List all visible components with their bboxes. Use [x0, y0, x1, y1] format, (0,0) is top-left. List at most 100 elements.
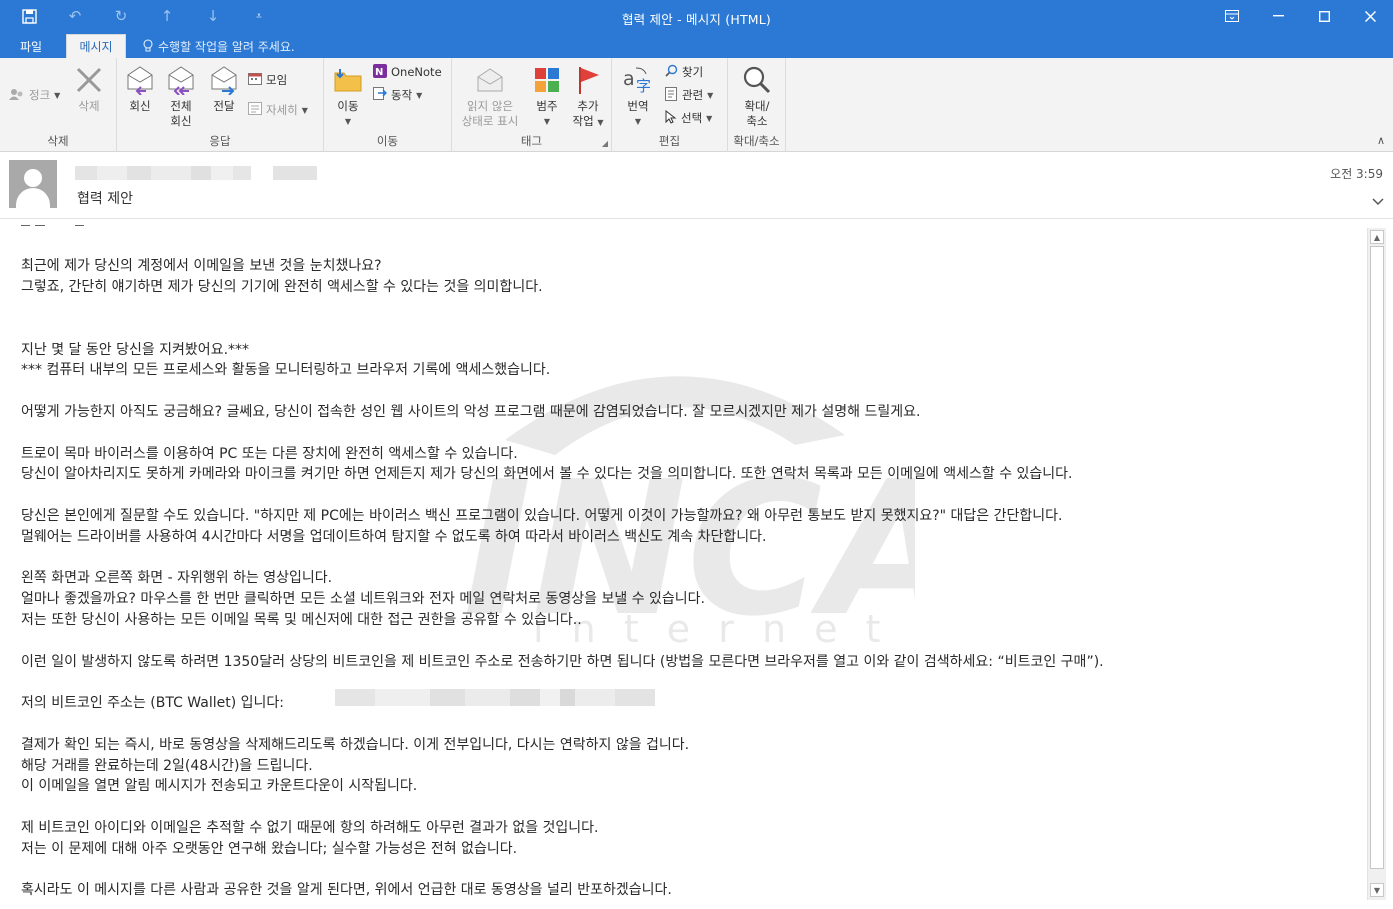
chevron-down-icon: ▼: [634, 117, 642, 126]
svg-text:a: a: [623, 68, 635, 90]
window-title: 협력 제안 - 메시지 (HTML): [621, 12, 772, 27]
body-line: 저의 비트코인 주소는 (BTC Wallet) 입니다:: [21, 695, 284, 711]
body-line: 왼쪽 화면과 오른쪽 화면 - 자위행위 하는 영상입니다.: [21, 570, 333, 586]
mark-unread-button[interactable]: 읽지 않은 상태로 표시: [456, 64, 524, 129]
group-label-tags: 태그: [520, 134, 543, 148]
tab-file[interactable]: 파일: [8, 34, 54, 58]
maximize-button[interactable]: [1301, 0, 1347, 32]
chevron-down-icon: ▼: [416, 90, 423, 100]
lightbulb-icon: [143, 38, 153, 55]
close-button[interactable]: [1347, 0, 1393, 32]
reply-icon: [123, 64, 157, 96]
body-line: 얼마나 좋겠을까요? 마우스를 한 번만 클릭하면 모든 소셜 네트워크와 전자…: [21, 591, 705, 607]
find-button[interactable]: 찾기: [665, 63, 703, 81]
reply-button[interactable]: 회신: [123, 64, 157, 114]
message-subject: 협력 제안: [77, 191, 133, 207]
group-label-zoom: 확대/축소: [733, 134, 780, 148]
group-label-editing: 편집: [658, 134, 681, 148]
chevron-down-icon: ▼: [543, 117, 551, 126]
search-icon: [665, 64, 678, 80]
group-label-move: 이동: [376, 134, 399, 148]
vertical-scrollbar[interactable]: ▲ ▼: [1367, 228, 1386, 900]
move-button[interactable]: 이동 ▼: [330, 64, 366, 129]
chevron-down-icon: ▼: [706, 113, 713, 123]
scroll-down-icon[interactable]: ▼: [1370, 883, 1384, 897]
translate-button[interactable]: a字 번역 ▼: [620, 64, 656, 129]
chevron-down-icon: ▼: [707, 90, 714, 100]
body-line: 당신은 본인에게 질문할 수도 있습니다. "하지만 제 PC에는 바이러스 백…: [21, 508, 1063, 524]
chevron-down-icon: ▼: [597, 118, 604, 127]
body-line: 저는 또한 당신이 사용하는 모든 이메일 목록 및 메신저에 대한 접근 권한…: [21, 612, 582, 628]
message-header: 협력 제안 오전 3:59: [0, 153, 1393, 219]
body-line: 당신이 알아차리지도 못하게 카메라와 마이크를 켜기만 하면 언제든지 제가 …: [21, 466, 1073, 482]
zoom-button[interactable]: 확대/ 축소: [735, 64, 779, 129]
minimize-button[interactable]: [1255, 0, 1301, 32]
body-line: 어떻게 가능한지 아직도 궁금해요? 글쎄요, 당신이 접속한 성인 웹 사이트…: [21, 404, 921, 420]
ribbon-display-options-icon[interactable]: [1209, 0, 1255, 32]
body-line: 멀웨어는 드라이버를 사용하여 4시간마다 서명을 업데이트하여 탐지할 수 없…: [21, 529, 767, 545]
ribbon-group-tags: 읽지 않은 상태로 표시 범주 ▼ 추가 작업 ▼ ◢ 태그: [452, 58, 612, 152]
forward-button[interactable]: 전달: [207, 64, 241, 114]
svg-text:字: 字: [636, 77, 651, 95]
group-label-respond: 응답: [209, 134, 231, 148]
cleanup-button[interactable]: 정크 ▼: [9, 86, 60, 104]
ribbon-tabs: 파일 메시지 수행할 작업을 알려 주세요.: [0, 34, 1393, 58]
select-button[interactable]: 선택 ▼: [665, 109, 712, 127]
scroll-thumb[interactable]: [1370, 246, 1384, 869]
onenote-button[interactable]: N OneNote: [373, 63, 442, 81]
chevron-down-icon: ▼: [301, 105, 308, 115]
body-line: 최근에 제가 당신의 계정에서 이메일을 보낸 것을 눈치챘나요?: [21, 258, 382, 274]
tell-me-text: 수행할 작업을 알려 주세요.: [158, 40, 295, 54]
collapse-ribbon-icon[interactable]: ∧: [1377, 134, 1385, 147]
body-line: 제 비트코인 아이디와 이메일은 추적할 수 없기 때문에 항의 하려해도 아무…: [21, 820, 599, 836]
folder-move-icon: [331, 64, 365, 96]
scroll-up-icon[interactable]: ▲: [1370, 230, 1384, 244]
related-button[interactable]: 관련 ▼: [665, 86, 713, 104]
message-time: 오전 3:59: [1330, 167, 1383, 181]
more-respond-button[interactable]: 자세히 ▼: [248, 101, 308, 119]
body-line: 이 이메일을 열면 알림 메시지가 전송되고 카운트다운이 시작됩니다.: [21, 778, 418, 794]
actions-button[interactable]: 동작 ▼: [373, 86, 422, 104]
categorize-button[interactable]: 범주 ▼: [530, 64, 564, 129]
chevron-down-icon[interactable]: [1372, 195, 1384, 210]
avatar: [9, 160, 57, 208]
ribbon-group-respond: 회신 전체 회신 전달 모임 자세히 ▼ 응답: [117, 58, 324, 152]
ribbon-group-zoom: 확대/ 축소 확대/축소: [728, 58, 786, 152]
sender-redacted: [75, 166, 317, 180]
ribbon: 정크 ▼ 삭제 삭제 회신 전체 회신 전달 모임 자세히 ▼ 응답 이동 ▼ …: [0, 58, 1393, 152]
reply-all-icon: [164, 64, 198, 96]
cursor-icon: [665, 109, 677, 127]
related-icon: [665, 86, 678, 104]
body-line: *** 컴퓨터 내부의 모든 프로세스와 활동을 모니터링하고 브라우저 기록에…: [21, 362, 551, 378]
delete-button[interactable]: 삭제: [70, 64, 108, 114]
body-line: 혹시라도 이 메시지를 다른 사람과 공유한 것을 알게 된다면, 위에서 언급…: [21, 882, 672, 898]
clipped-top-text: [21, 225, 91, 231]
tell-me-box[interactable]: 수행할 작업을 알려 주세요.: [143, 38, 295, 55]
svg-text:N: N: [375, 67, 383, 78]
flag-icon: [571, 64, 605, 96]
message-body: INCA i n t e r n e t 최근에 제가 당신의 계정에서 이메일…: [0, 220, 1367, 909]
btc-address-redacted: [335, 689, 655, 706]
calendar-icon: [248, 72, 262, 88]
translate-icon: a字: [621, 64, 655, 96]
chevron-down-icon: ▼: [54, 90, 61, 100]
body-line: 결제가 확인 되는 즉시, 바로 동영상을 삭제해드리도록 하겠습니다. 이게 …: [21, 737, 690, 753]
ribbon-group-delete: 정크 ▼ 삭제 삭제: [0, 58, 117, 152]
title-bar: ↶ ↻ ↑ ↓ ⩡ 협력 제안 - 메시지 (HTML): [0, 0, 1393, 34]
ribbon-group-editing: a字 번역 ▼ 찾기 관련 ▼ 선택 ▼ 편집: [612, 58, 728, 152]
ribbon-group-move: 이동 ▼ N OneNote 동작 ▼ 이동: [324, 58, 452, 152]
group-label-delete: 삭제: [47, 134, 69, 148]
meeting-button[interactable]: 모임: [248, 71, 287, 89]
body-line: 해당 거래를 완료하는데 2일(48시간)을 드립니다.: [21, 758, 313, 774]
reply-all-button[interactable]: 전체 회신: [163, 64, 199, 129]
body-line: 저는 이 문제에 대해 아주 오랫동안 연구해 왔습니다; 실수할 가능성은 전…: [21, 841, 518, 857]
cleanup-icon: [9, 87, 25, 104]
categorize-icon: [530, 64, 564, 96]
body-line: 트로이 목마 바이러스를 이용하여 PC 또는 다른 장치에 완전히 액세스할 …: [21, 446, 518, 462]
followup-button[interactable]: 추가 작업 ▼: [568, 64, 608, 130]
chevron-down-icon: ▼: [344, 117, 352, 126]
watermark-sub-text: i n t e r n e t: [533, 607, 889, 651]
mark-unread-icon: [473, 64, 507, 96]
forward-icon: [207, 64, 241, 96]
tab-message[interactable]: 메시지: [66, 34, 126, 58]
